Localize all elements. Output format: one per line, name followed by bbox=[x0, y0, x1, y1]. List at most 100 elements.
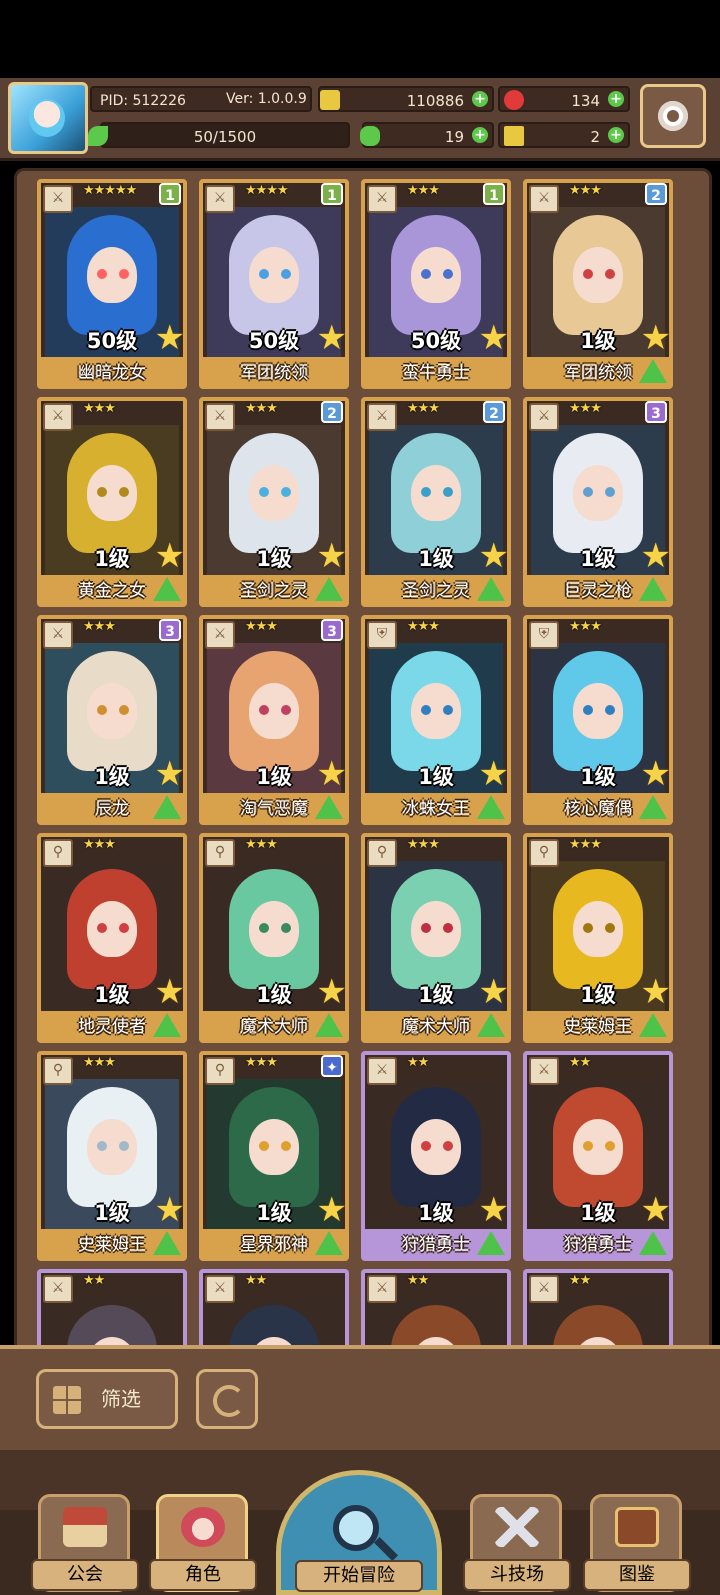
character-card[interactable]: ⚲ ★★★ 1级 史莱姆王 ★ bbox=[523, 833, 673, 1043]
sword-class-icon: ⚔ bbox=[529, 1275, 559, 1303]
star-upgrade-icon: ★ bbox=[478, 754, 509, 794]
sword-class-icon: ⚔ bbox=[43, 621, 73, 649]
magnifier-icon bbox=[333, 1505, 379, 1551]
magnifier-handle bbox=[373, 1536, 399, 1562]
portrait-eye bbox=[583, 269, 593, 279]
key-amount: 2 bbox=[590, 128, 600, 146]
ruby-icon bbox=[504, 90, 524, 110]
character-card[interactable]: ⚔ ★★★★ 1 50级 军团统领 ★ bbox=[199, 179, 349, 389]
portrait-eye bbox=[259, 487, 269, 497]
key-counter: 2 + bbox=[498, 122, 630, 148]
portrait-eye bbox=[583, 487, 593, 497]
sword-class-icon: ⚔ bbox=[367, 1057, 397, 1085]
rank-badge: 2 bbox=[645, 183, 667, 205]
star-rating: ★★★ bbox=[245, 401, 278, 416]
upgrade-arrow-icon bbox=[477, 795, 505, 819]
add-gold-button[interactable]: + bbox=[472, 91, 488, 107]
clover-icon bbox=[360, 126, 380, 146]
star-upgrade-icon: ★ bbox=[154, 754, 185, 794]
character-card[interactable]: ⛨ ★★★ 1级 核心魔偶 ★ bbox=[523, 615, 673, 825]
character-card[interactable]: ⚲ ★★★ 1级 地灵使者 ★ bbox=[37, 833, 187, 1043]
character-card[interactable]: ⚲ ★★★ ✦ 1级 星界邪神 ★ bbox=[199, 1051, 349, 1261]
add-keys-button[interactable]: + bbox=[608, 127, 624, 143]
star-upgrade-icon: ★ bbox=[640, 754, 671, 794]
sword-class-icon: ⚔ bbox=[205, 1275, 235, 1303]
star-rating: ★★ bbox=[83, 1273, 105, 1288]
portrait-eye bbox=[583, 1141, 593, 1151]
portrait-eye bbox=[421, 923, 431, 933]
staff-class-icon: ⚲ bbox=[205, 839, 235, 867]
character-card[interactable]: ⚔ ★★★ 2 1级 圣剑之灵 ★ bbox=[361, 397, 511, 607]
filter-button[interactable]: 筛选 bbox=[36, 1369, 178, 1429]
portrait-face bbox=[249, 1119, 299, 1175]
star-rating: ★★★★★ bbox=[83, 183, 137, 198]
portrait-eye bbox=[119, 705, 129, 715]
portrait-face bbox=[87, 901, 137, 957]
character-card[interactable]: ⚲ ★★★ 1级 魔术大师 ★ bbox=[361, 833, 511, 1043]
portrait-eye bbox=[605, 1141, 615, 1151]
status-bar bbox=[0, 0, 720, 78]
reset-sort-button[interactable] bbox=[196, 1369, 258, 1429]
character-card[interactable]: ⛨ ★★★ 1级 冰蛛女王 ★ bbox=[361, 615, 511, 825]
character-card[interactable]: ⚔ ★★★★★ 1 50级 幽暗龙女 ★ bbox=[37, 179, 187, 389]
portrait-eye bbox=[443, 269, 453, 279]
nav-arena[interactable]: 斗技场 bbox=[463, 1494, 571, 1592]
character-card[interactable]: ⚔ ★★★ 1级 黄金之女 ★ bbox=[37, 397, 187, 607]
nav-guild[interactable]: 公会 bbox=[31, 1494, 139, 1592]
portrait-face bbox=[87, 247, 137, 303]
portrait-face bbox=[87, 465, 137, 521]
start-adventure-button[interactable]: 开始冒险 bbox=[276, 1470, 442, 1595]
star-upgrade-icon: ★ bbox=[478, 318, 509, 358]
star-upgrade-icon: ★ bbox=[478, 536, 509, 576]
portrait-eye bbox=[583, 705, 593, 715]
character-card[interactable]: ⚔ ★★★ 3 1级 辰龙 ★ bbox=[37, 615, 187, 825]
character-card[interactable]: ⚔ ★★ 1级 狩猎勇士 ★ bbox=[361, 1051, 511, 1261]
star-upgrade-icon: ★ bbox=[640, 536, 671, 576]
star-rating: ★★★ bbox=[569, 183, 602, 198]
character-card[interactable]: ⚔ ★★★ 1 50级 蛮牛勇士 ★ bbox=[361, 179, 511, 389]
nav-roles[interactable]: 角色 bbox=[149, 1494, 257, 1592]
star-rating: ★★★ bbox=[407, 183, 440, 198]
character-card[interactable]: ⚲ ★★★ 1级 魔术大师 ★ bbox=[199, 833, 349, 1043]
star-upgrade-icon: ★ bbox=[316, 1190, 347, 1230]
portrait-eye bbox=[421, 705, 431, 715]
energy-value: 50/1500 bbox=[193, 128, 257, 146]
portrait-eye bbox=[97, 705, 107, 715]
rank-badge: ✦ bbox=[321, 1055, 343, 1077]
character-name: 军团统领 bbox=[240, 363, 308, 383]
gold-amount: 110886 bbox=[406, 92, 464, 110]
sword-class-icon: ⚔ bbox=[367, 1275, 397, 1303]
upgrade-arrow-icon bbox=[315, 1013, 343, 1037]
star-upgrade-icon: ★ bbox=[154, 1190, 185, 1230]
top-resource-bar: PID: 512226 Ver: 1.0.0.9 110886 + 134 + … bbox=[0, 78, 720, 161]
upgrade-arrow-icon bbox=[153, 1231, 181, 1255]
player-avatar[interactable] bbox=[8, 82, 88, 154]
sword-class-icon: ⚔ bbox=[205, 185, 235, 213]
portrait-eye bbox=[119, 923, 129, 933]
star-rating: ★★★ bbox=[83, 401, 116, 416]
star-rating: ★★★ bbox=[407, 837, 440, 852]
star-rating: ★★★ bbox=[407, 619, 440, 634]
star-rating: ★★ bbox=[407, 1055, 429, 1070]
character-card[interactable]: ⚔ ★★★ 2 1级 军团统领 ★ bbox=[523, 179, 673, 389]
gold-coin-icon bbox=[320, 90, 340, 110]
portrait-face bbox=[573, 901, 623, 957]
character-card[interactable]: ⚔ ★★ 1级 狩猎勇士 ★ bbox=[523, 1051, 673, 1261]
settings-button[interactable] bbox=[640, 84, 706, 148]
character-card[interactable]: ⚔ ★★★ 3 1级 巨灵之枪 ★ bbox=[523, 397, 673, 607]
character-card[interactable]: ⚔ ★★★ 2 1级 圣剑之灵 ★ bbox=[199, 397, 349, 607]
star-upgrade-icon: ★ bbox=[316, 972, 347, 1012]
nav-guild-label: 公会 bbox=[31, 1559, 139, 1591]
star-rating: ★★★ bbox=[407, 401, 440, 416]
upgrade-arrow-icon bbox=[477, 577, 505, 601]
portrait-eye bbox=[281, 1141, 291, 1151]
upgrade-arrow-icon bbox=[639, 795, 667, 819]
add-clover-button[interactable]: + bbox=[472, 127, 488, 143]
nav-codex[interactable]: 图鉴 bbox=[583, 1494, 691, 1592]
character-card[interactable]: ⚲ ★★★ 1级 史莱姆王 ★ bbox=[37, 1051, 187, 1261]
character-card[interactable]: ⚔ ★★★ 3 1级 淘气恶魔 ★ bbox=[199, 615, 349, 825]
star-rating: ★★ bbox=[407, 1273, 429, 1288]
add-gems-button[interactable]: + bbox=[608, 91, 624, 107]
star-rating: ★★★ bbox=[569, 619, 602, 634]
sword-class-icon: ⚔ bbox=[43, 1275, 73, 1303]
